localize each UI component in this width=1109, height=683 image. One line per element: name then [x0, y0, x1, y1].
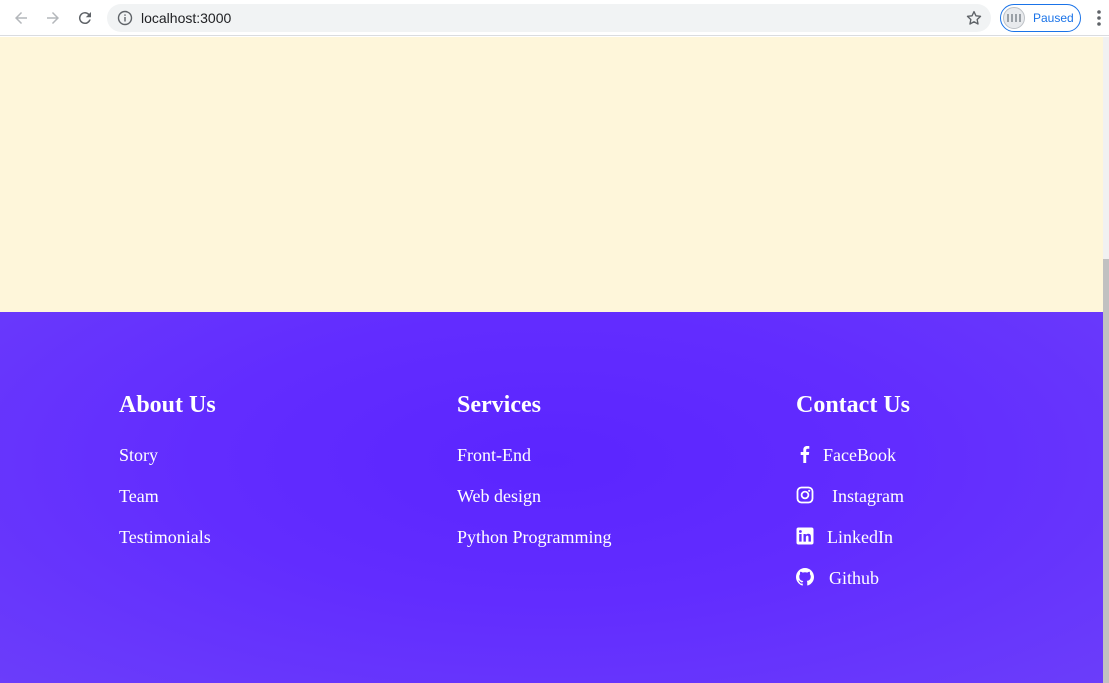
page-viewport: About Us Story Team Testimonials Service…: [0, 37, 1109, 683]
star-icon[interactable]: [965, 9, 983, 32]
about-heading: About Us: [119, 392, 216, 418]
footer-link-instagram[interactable]: Instagram: [796, 485, 910, 526]
footer-link-facebook[interactable]: FaceBook: [796, 444, 910, 485]
vertical-scrollbar[interactable]: [1103, 37, 1109, 683]
github-icon: [796, 568, 814, 586]
browser-toolbar: localhost:3000 Paused: [0, 0, 1109, 36]
footer-link-linkedin[interactable]: LinkedIn: [796, 526, 910, 567]
info-icon[interactable]: [117, 10, 133, 31]
about-column: About Us Story Team Testimonials: [119, 391, 216, 567]
footer-link-story[interactable]: Story: [119, 444, 216, 485]
footer-link-front-end[interactable]: Front-End: [457, 444, 612, 485]
forward-arrow-icon[interactable]: [41, 6, 65, 30]
footer-link-web-design[interactable]: Web design: [457, 485, 612, 526]
contact-links: FaceBook Instagram LinkedIn Github: [796, 444, 910, 608]
site-footer: About Us Story Team Testimonials Service…: [0, 312, 1103, 683]
services-column: Services Front-End Web design Python Pro…: [457, 391, 612, 567]
contact-heading: Contact Us: [796, 392, 910, 418]
contact-column: Contact Us FaceBook Instagram LinkedIn G…: [796, 391, 910, 608]
services-heading: Services: [457, 392, 541, 418]
hero-section: [0, 37, 1103, 312]
reload-icon[interactable]: [73, 6, 97, 30]
profile-status: Paused: [1033, 11, 1074, 25]
back-arrow-icon[interactable]: [9, 6, 33, 30]
url-text[interactable]: localhost:3000: [141, 10, 231, 26]
footer-link-github[interactable]: Github: [796, 567, 910, 608]
avatar: [1003, 7, 1025, 29]
footer-link-testimonials[interactable]: Testimonials: [119, 526, 216, 567]
kebab-menu-icon[interactable]: [1092, 8, 1106, 28]
services-links: Front-End Web design Python Programming: [457, 444, 612, 567]
linkedin-icon: [796, 527, 814, 545]
about-links: Story Team Testimonials: [119, 444, 216, 567]
instagram-icon: [796, 486, 814, 504]
facebook-icon: [796, 445, 814, 463]
address-bar[interactable]: localhost:3000: [107, 4, 991, 32]
profile-button[interactable]: Paused: [1000, 4, 1081, 32]
scrollbar-thumb[interactable]: [1103, 259, 1109, 683]
footer-link-python-programming[interactable]: Python Programming: [457, 526, 612, 567]
footer-link-team[interactable]: Team: [119, 485, 216, 526]
